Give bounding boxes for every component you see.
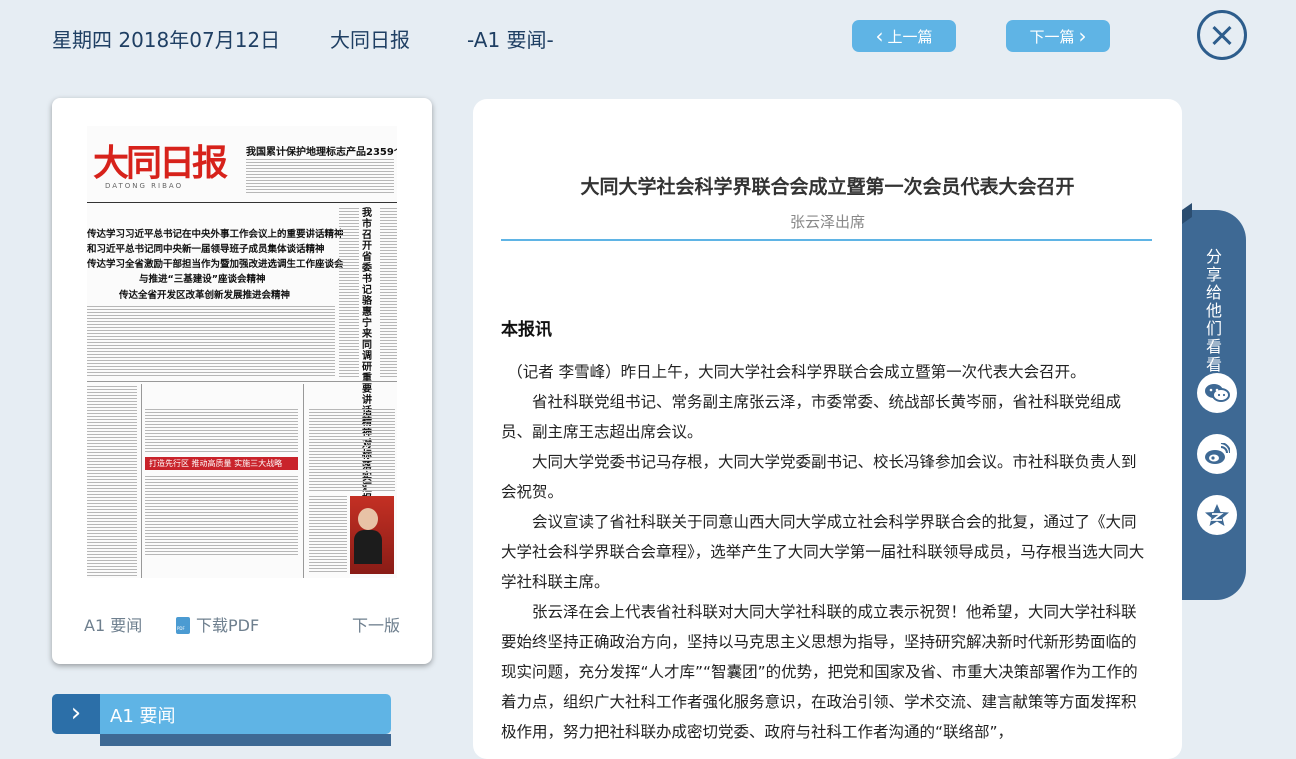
- qzone-icon[interactable]: [1197, 495, 1237, 535]
- next-article-label: 下一篇: [1029, 27, 1075, 46]
- issue-date: 星期四 2018年07月12日: [52, 28, 281, 52]
- advertisement-image: [350, 496, 394, 574]
- masthead-subtitle: DATONG RIBAO: [105, 182, 184, 190]
- page-label: -A1 要闻-: [467, 28, 554, 52]
- download-pdf-label: 下载PDF: [196, 616, 260, 635]
- current-page-link[interactable]: A1 要闻: [84, 612, 142, 636]
- main-headline-2: 和习近平总书记同中央新一届领导班子成员集体谈话精神: [87, 244, 325, 255]
- paragraph: 省社科联党组书记、常务副主席张云泽，市委常委、统战部长黄岑丽，省社科联党组成员、…: [501, 393, 1122, 441]
- share-label: 分享给他们看看: [1205, 247, 1222, 374]
- article-title: 大同大学社会科学界联合会成立暨第一次会员代表大会召开: [580, 176, 1075, 198]
- next-page-link[interactable]: 下一版: [352, 612, 400, 636]
- chevron-left-icon: ‹: [875, 24, 884, 48]
- paragraph: 大同大学党委书记马存根，大同大学党委副书记、校长冯锋参加会议。市社科联负责人到会…: [501, 453, 1137, 501]
- paragraph: 会议宣读了省社科联关于同意山西大同大学成立社会科学界联合会的批复，通过了《大同大…: [501, 513, 1145, 591]
- article-body: （记者 李雪峰）昨日上午，大同大学社会科学界联合会成立暨第一次代表大会召开。 省…: [501, 357, 1146, 747]
- main-headline-4: 与推进“三基建设”座谈会精神: [139, 274, 266, 285]
- red-slogan-bar: 打造先行区 推动高质量 实施三大战略: [145, 457, 298, 470]
- section-label: A1 要闻: [110, 706, 176, 727]
- pdf-icon: [176, 617, 190, 634]
- wechat-icon[interactable]: [1197, 373, 1237, 413]
- article-panel: 大同大学社会科学界联合会成立暨第一次会员代表大会召开 张云泽出席 本报讯 （记者…: [473, 99, 1182, 759]
- top-headline: 我国累计保护地理标志产品2359个: [246, 147, 397, 158]
- prev-article-button[interactable]: ‹ 上一篇: [852, 20, 956, 52]
- chevron-right-icon: ›: [1078, 24, 1087, 48]
- title-divider: [501, 239, 1152, 241]
- main-headline-3: 传达学习全省激励干部担当作为暨加强改进选调生工作座谈会: [87, 259, 344, 270]
- share-panel: 分享给他们看看: [1182, 210, 1246, 600]
- newspaper-page-thumbnail[interactable]: 大同日报 DATONG RIBAO 我国累计保护地理标志产品2359个 传达学习…: [87, 126, 397, 578]
- weibo-icon[interactable]: [1197, 434, 1237, 474]
- section-list: [100, 734, 391, 746]
- section-selector[interactable]: › A1 要闻: [52, 694, 391, 734]
- masthead-logo: 大同日报: [93, 142, 228, 184]
- paper-name: 大同日报: [330, 28, 410, 52]
- download-pdf-link[interactable]: 下载PDF: [176, 612, 259, 636]
- close-icon[interactable]: [1197, 10, 1247, 60]
- prev-article-label: 上一篇: [887, 27, 933, 46]
- chevron-right-icon: ›: [52, 694, 100, 734]
- paragraph: （记者 李雪峰）昨日上午，大同大学社会科学界联合会成立暨第一次代表大会召开。: [507, 363, 1086, 381]
- article-subtitle: 张云泽出席: [789, 213, 865, 231]
- page-thumbnail-card: 大同日报 DATONG RIBAO 我国累计保护地理标志产品2359个 传达学习…: [52, 98, 432, 664]
- main-headline-5: 传达全省开发区改革创新发展推进会精神: [119, 290, 291, 301]
- paragraph: 张云泽在会上代表省社科联对大同大学社科联的成立表示祝贺！他希望，大同大学社科联要…: [501, 603, 1138, 741]
- top-bar: 星期四 2018年07月12日 大同日报 -A1 要闻- ‹ 上一篇 下一篇 ›: [0, 0, 1296, 75]
- main-headline-1: 传达学习习近平总书记在中央外事工作会议上的重要讲话精神: [87, 229, 344, 240]
- next-article-button[interactable]: 下一篇 ›: [1006, 20, 1110, 52]
- article-lead: 本报讯: [501, 320, 552, 340]
